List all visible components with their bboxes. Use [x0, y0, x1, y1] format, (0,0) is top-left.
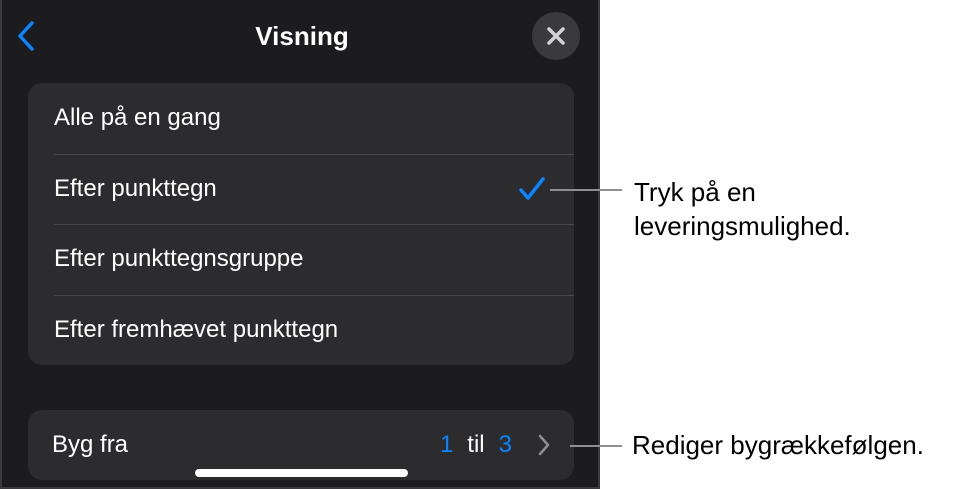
option-all-at-once[interactable]: Alle på en gang: [28, 83, 574, 154]
option-label: Efter punkttegnsgruppe: [54, 245, 304, 273]
page-title: Visning: [255, 21, 349, 51]
callout-delivery: Tryk på en leveringsmulighed.: [634, 177, 851, 241]
build-range: 1 til 3: [440, 410, 552, 480]
close-icon: [547, 27, 565, 45]
chevron-right-icon: [538, 434, 550, 456]
callout-build-order: Rediger bygrækkefølgen.: [632, 430, 924, 460]
option-label: Efter fremhævet punkttegn: [54, 315, 339, 343]
callout-line-delivery: [550, 189, 622, 191]
home-indicator: [195, 469, 408, 477]
build-from-label: Byg fra: [52, 431, 129, 458]
option-by-highlighted-bullet[interactable]: Efter fremhævet punkttegn: [28, 294, 574, 366]
option-label: Alle på en gang: [54, 104, 221, 132]
option-by-bullet[interactable]: Efter punkttegn: [28, 153, 574, 225]
callout-line-build-order: [570, 445, 622, 447]
build-from-end[interactable]: 3: [499, 431, 512, 459]
close-button[interactable]: [532, 12, 580, 60]
build-from-start[interactable]: 1: [440, 431, 453, 459]
option-label: Efter punkttegn: [54, 174, 217, 202]
view-options-panel: Visning Alle på en gang Efter punkttegn …: [0, 0, 600, 489]
checkmark-icon: [519, 176, 545, 200]
delivery-options-list: Alle på en gang Efter punkttegn Efter pu…: [28, 83, 574, 365]
option-by-bullet-group[interactable]: Efter punkttegnsgruppe: [28, 224, 574, 295]
build-range-separator: til: [467, 431, 485, 458]
